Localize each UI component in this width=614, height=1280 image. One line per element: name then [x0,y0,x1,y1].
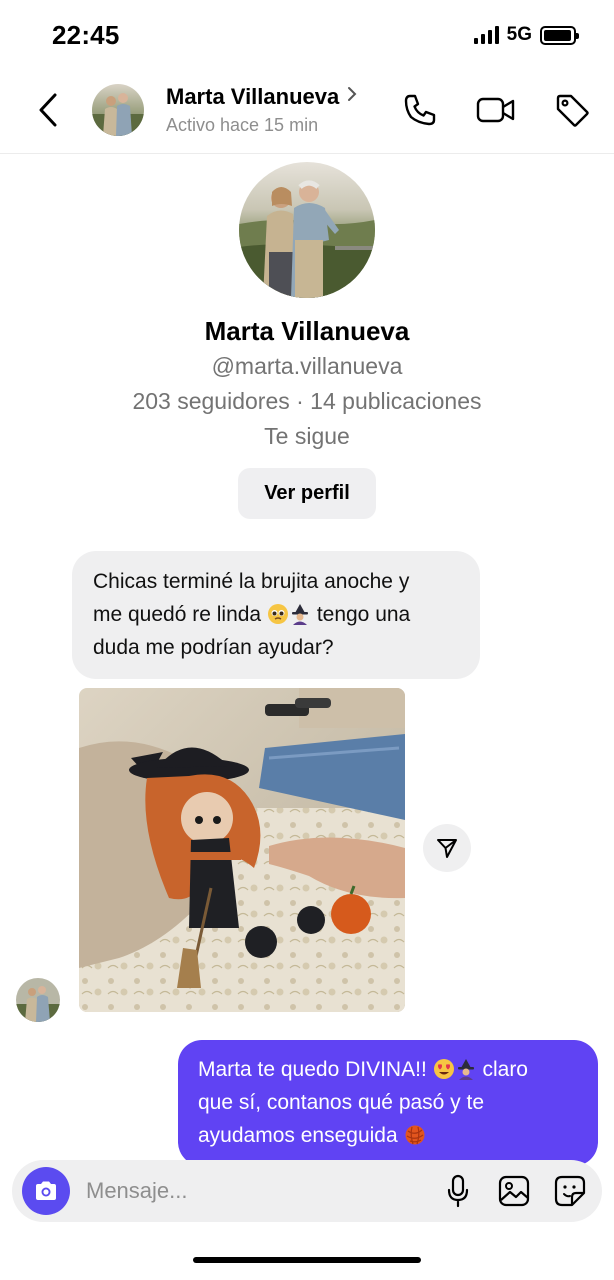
sender-avatar[interactable] [16,978,60,1022]
incoming-message-bubble[interactable]: Chicas terminé la brujita anoche y me qu… [72,551,480,679]
contact-avatar[interactable] [92,84,144,136]
outgoing-message-bubble[interactable]: Marta te quedo DIVINA!! claro que sí, co… [178,1040,598,1166]
yarn-emoji [405,1125,424,1145]
voice-message-button[interactable] [440,1173,476,1209]
message-line-with-emoji: me quedó re linda tengo una [93,598,460,631]
contact-info[interactable]: Marta Villanueva Activo hace 15 min [166,84,357,136]
gallery-icon [498,1175,530,1207]
follows-you-label: Te sigue [264,423,350,449]
composer-actions [440,1173,588,1209]
camera-button[interactable] [22,1167,70,1215]
message-line: que sí, contanos qué pasó y te [198,1091,485,1114]
contact-name: Marta Villanueva [166,84,340,109]
chat-header: Marta Villanueva Activo hace 15 min [0,70,614,154]
profile-stats: 203 seguidores · 14 publicaciones [132,388,482,414]
battery-fill [544,29,571,41]
message-input[interactable] [86,1171,386,1211]
message-text: Marta te quedo DIVINA!! [198,1058,427,1081]
message-composer [12,1160,602,1222]
header-actions [400,90,592,130]
camera-icon [36,1181,56,1200]
message-line: Chicas terminé la brujita anoche y [93,570,410,593]
profile-handle: @marta.villanueva [211,353,403,379]
sticker-button[interactable] [552,1173,588,1209]
profile-avatar[interactable] [239,162,375,298]
call-button[interactable] [400,90,440,130]
tag-button[interactable] [552,90,592,130]
network-type: 5G [506,24,532,45]
witch-emoji [291,604,308,625]
witch-emoji [457,1059,474,1080]
microphone-icon [447,1174,469,1208]
home-indicator[interactable] [193,1257,421,1263]
back-arrow-icon [39,93,57,127]
status-time: 22:45 [52,20,120,50]
status-bar: 22:45 5G [0,0,614,70]
gallery-button[interactable] [496,1173,532,1209]
profile-card: Marta Villanueva @marta.villanueva 203 s… [0,162,614,519]
back-button[interactable] [30,90,66,130]
message-text: me quedó re linda [93,603,262,626]
view-profile-button[interactable]: Ver perfil [238,468,376,519]
shared-photo [79,688,405,1012]
battery-icon [540,25,579,45]
tag-icon [556,94,589,127]
message-text: tengo una [316,603,411,626]
phone-icon [404,94,436,126]
share-send-icon [437,839,457,858]
signal-icon [473,26,499,44]
message-line-with-emoji: Marta te quedo DIVINA!! claro [198,1053,578,1086]
profile-name: Marta Villanueva [204,316,410,346]
chevron-right-icon [348,87,357,101]
contact-photo [92,84,144,136]
message-line: duda me podrían ayudar? [93,636,334,659]
crochet-witch-doll-photo[interactable] [79,688,405,1012]
profile-photo [239,162,375,298]
video-call-button[interactable] [476,90,516,130]
contact-status: Activo hace 15 min [166,115,319,135]
message-text: claro [482,1058,528,1081]
message-text: ayudamos enseguida [198,1124,398,1147]
sticker-icon [554,1175,586,1207]
message-line-with-emoji: ayudamos enseguida [198,1119,578,1152]
sender-photo [16,978,60,1022]
video-camera-icon [476,97,515,123]
share-photo-button[interactable] [423,824,471,872]
heart-eyes-emoji [433,1059,454,1079]
status-indicators: 5G [473,24,579,46]
pleading-face-emoji [267,604,288,624]
